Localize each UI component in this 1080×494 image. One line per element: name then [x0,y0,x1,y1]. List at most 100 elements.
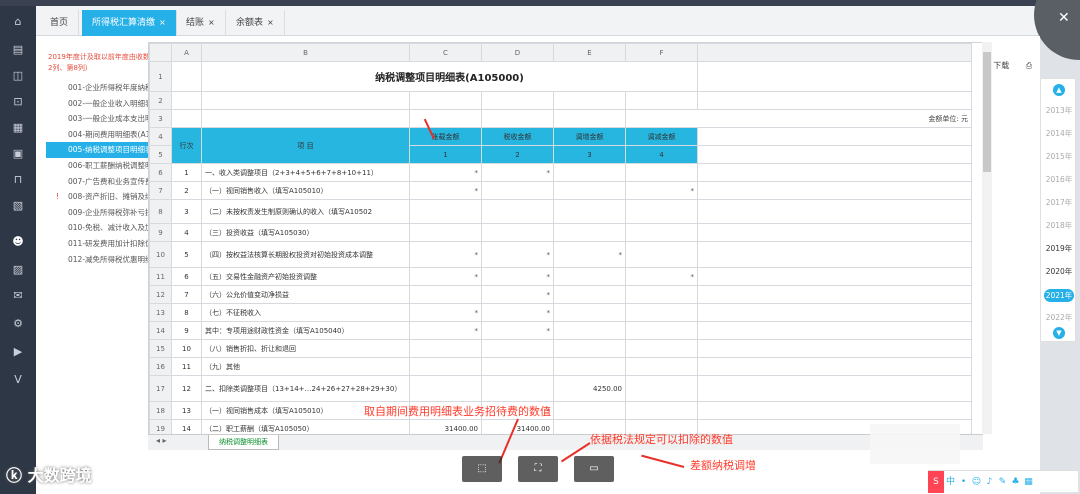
amount-cell[interactable] [553,303,626,322]
year-item[interactable]: 2022年 [1041,312,1077,323]
home-icon[interactable]: ⌂ [10,14,26,30]
report-icon[interactable]: ▧ [10,198,26,214]
year-item[interactable]: 2019年 [1041,243,1077,254]
amount-cell[interactable] [625,303,698,322]
year-item[interactable]: 2014年 [1041,128,1077,139]
year-item[interactable]: 2020年 [1041,266,1077,277]
amount-cell[interactable] [553,223,626,242]
emoji-icon[interactable]: ☺ [970,471,983,493]
amount-cell[interactable] [553,267,626,286]
amount-cell[interactable] [625,321,698,340]
amount-cell[interactable]: * [409,163,482,182]
close-window-icon[interactable]: ✕ [1058,10,1070,26]
close-icon[interactable]: × [159,18,166,27]
pen-icon[interactable]: ✎ [996,471,1009,493]
year-down-icon[interactable]: ▼ [1053,327,1065,339]
amount-cell[interactable] [409,339,482,358]
amount-cell[interactable] [553,339,626,358]
tab-tax-settlement[interactable]: 所得税汇算清缴 × [82,10,177,36]
settings-icon[interactable]: ⚙ [10,316,26,332]
tab-home[interactable]: 首页 [40,10,80,36]
mail-icon[interactable]: ✉ [10,288,26,304]
sogou-icon[interactable]: S [928,471,944,493]
amount-cell[interactable] [625,199,698,224]
amount-cell[interactable]: * [409,303,482,322]
tools-icon[interactable]: ▦ [1022,471,1035,493]
amount-cell[interactable] [553,285,626,304]
amount-cell[interactable]: * [409,321,482,340]
tax-icon[interactable]: ☻ [10,234,26,250]
close-icon[interactable]: × [208,18,215,27]
amount-cell[interactable]: * [625,181,698,200]
fullscreen-icon[interactable]: ⛶ [518,456,558,482]
lock-icon[interactable]: ⊡ [10,94,26,110]
mic-icon[interactable]: ♪ [983,471,996,493]
amount-cell[interactable] [625,223,698,242]
amount-cell[interactable]: * [481,241,554,268]
amount-cell[interactable]: * [481,267,554,286]
sheet-tab-active[interactable]: 纳税调整明细表 [208,435,279,450]
wallet-icon[interactable]: ▣ [10,146,26,162]
amount-cell[interactable] [481,339,554,358]
amount-cell[interactable] [625,401,698,420]
ime-mode-icon[interactable]: 中 [944,471,957,493]
vertical-scrollbar[interactable] [982,42,992,434]
year-selector: ▲ 2013年 2014年 2015年 2016年 2017年 2018年 2019年 2020… [1040,78,1076,342]
amount-cell[interactable]: 4250.00 [553,375,626,402]
amount-cell[interactable] [481,181,554,200]
document-icon[interactable]: ▤ [10,42,26,58]
year-item[interactable]: 2015年 [1041,151,1077,162]
amount-cell[interactable] [625,285,698,304]
amount-cell[interactable] [553,199,626,224]
mouse-icon[interactable]: ⬚ [462,456,502,482]
amount-cell[interactable]: * [481,285,554,304]
amount-cell[interactable] [409,223,482,242]
amount-cell[interactable]: * [409,181,482,200]
version-icon[interactable]: V [10,372,26,388]
year-item[interactable]: 2013年 [1041,105,1077,116]
amount-cell[interactable] [409,199,482,224]
amount-cell[interactable] [625,241,698,268]
amount-cell[interactable] [409,357,482,376]
scroll-thumb[interactable] [983,52,991,172]
amount-cell[interactable] [481,223,554,242]
amount-cell[interactable]: * [481,321,554,340]
amount-cell[interactable] [625,375,698,402]
amount-cell[interactable] [409,285,482,304]
year-item[interactable]: 2018年 [1041,220,1077,231]
amount-cell[interactable] [553,163,626,182]
invoice-icon[interactable]: ▦ [10,120,26,136]
amount-cell[interactable] [481,375,554,402]
amount-cell[interactable]: * [409,267,482,286]
amount-cell[interactable] [409,375,482,402]
tab-closing[interactable]: 结账 × [176,10,226,36]
sheet-nav-arrows[interactable]: ◂ ▸ [156,436,167,445]
amount-cell[interactable]: * [625,267,698,286]
amount-cell[interactable] [481,357,554,376]
amount-cell[interactable]: * [409,241,482,268]
year-item[interactable]: 2016年 [1041,174,1077,185]
amount-cell[interactable]: * [481,303,554,322]
tab-balance[interactable]: 余额表 × [226,10,285,36]
close-icon[interactable]: × [267,18,274,27]
amount-cell[interactable] [553,321,626,340]
amount-cell[interactable]: * [481,163,554,182]
year-item[interactable]: 2021年 [1044,289,1074,302]
amount-cell[interactable] [553,181,626,200]
amount-cell[interactable] [553,357,626,376]
amount-cell[interactable] [481,199,554,224]
calendar-icon[interactable]: ▨ [10,262,26,278]
amount-cell[interactable] [625,163,698,182]
punct-icon[interactable]: • [957,471,970,493]
window-icon[interactable]: ▭ [574,456,614,482]
chart-icon[interactable]: ◫ [10,68,26,84]
skin-icon[interactable]: ♣ [1009,471,1022,493]
amount-cell[interactable] [553,401,626,420]
amount-cell[interactable] [625,357,698,376]
media-icon[interactable]: ▶ [10,344,26,360]
amount-cell[interactable]: * [553,241,626,268]
bank-icon[interactable]: ⊓ [10,172,26,188]
year-up-icon[interactable]: ▲ [1053,84,1065,96]
year-item[interactable]: 2017年 [1041,197,1077,208]
amount-cell[interactable] [625,339,698,358]
